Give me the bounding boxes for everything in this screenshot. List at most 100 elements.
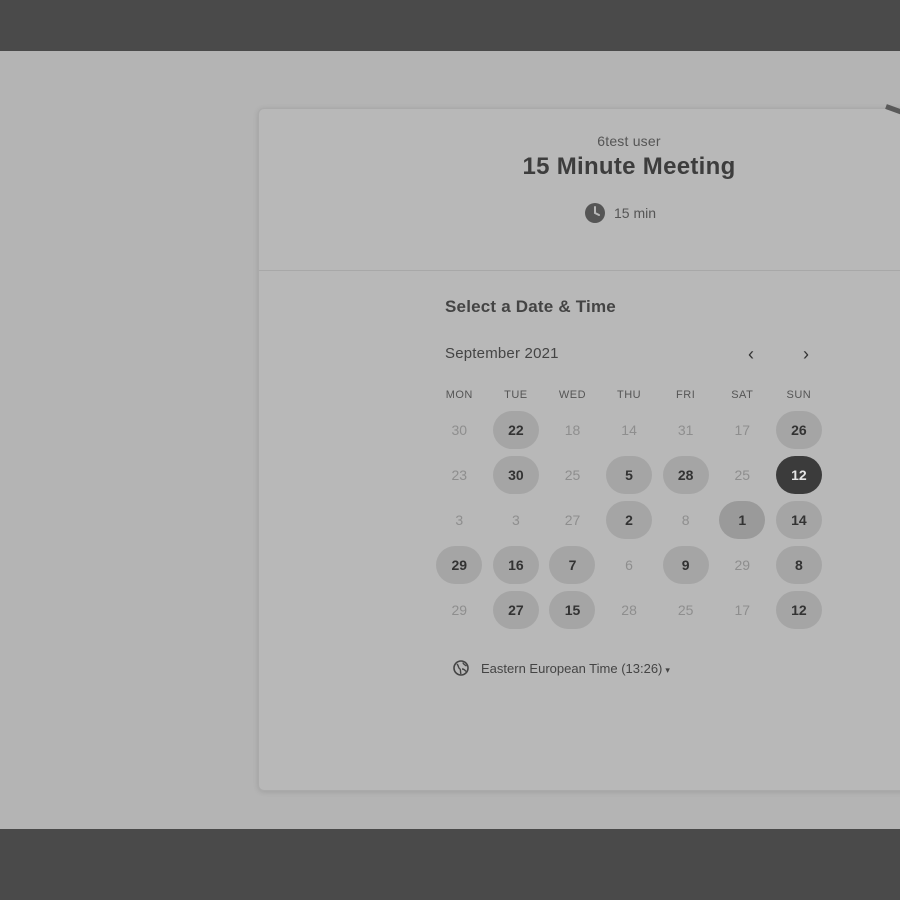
day-cell: 3 bbox=[488, 497, 545, 542]
unavailable-day: 30 bbox=[451, 421, 468, 438]
available-day-button[interactable]: 29 bbox=[436, 545, 483, 584]
weekday-label: SAT bbox=[731, 389, 754, 401]
corner-ribbon bbox=[884, 100, 900, 118]
day-cell: 5 bbox=[601, 452, 658, 497]
available-day-button[interactable]: 30 bbox=[492, 455, 539, 494]
weekday-label: TUE bbox=[504, 389, 528, 401]
unavailable-day: 3 bbox=[455, 511, 464, 528]
event-title: 15 Minute Meeting bbox=[522, 153, 736, 180]
weekday-label: SUN bbox=[786, 389, 812, 401]
chevron-left-icon: ‹ bbox=[748, 343, 754, 364]
day-cell: 2 bbox=[601, 497, 658, 542]
unavailable-day: 25 bbox=[564, 466, 581, 483]
available-day-button[interactable]: 9 bbox=[662, 545, 709, 584]
day-cell: 18 bbox=[544, 407, 601, 452]
day-cell: 27 bbox=[488, 587, 545, 632]
day-cell: 25 bbox=[544, 452, 601, 497]
available-day-button[interactable]: 28 bbox=[662, 455, 709, 494]
unavailable-day: 6 bbox=[625, 556, 633, 573]
event-duration: 15 min bbox=[584, 202, 656, 224]
unavailable-day: 8 bbox=[681, 511, 690, 528]
day-cell: 3 bbox=[431, 497, 488, 542]
unavailable-day: 25 bbox=[677, 601, 694, 618]
day-cell: 6 bbox=[601, 542, 658, 587]
available-day-button[interactable]: 2 bbox=[606, 500, 653, 539]
available-day-button[interactable]: 8 bbox=[775, 545, 822, 584]
day-cell: 29 bbox=[714, 542, 771, 587]
available-day-button[interactable]: 12 bbox=[775, 590, 822, 629]
day-cell: 28 bbox=[657, 452, 714, 497]
day-cell: 29 bbox=[431, 542, 488, 587]
unavailable-day: 25 bbox=[734, 466, 751, 483]
day-cell: 14 bbox=[771, 497, 828, 542]
available-day-button[interactable]: 16 bbox=[492, 545, 539, 584]
organizer-name: 6test user bbox=[597, 133, 661, 149]
weekday-label: FRI bbox=[676, 389, 696, 401]
day-cell: 9 bbox=[657, 542, 714, 587]
unavailable-day: 29 bbox=[734, 556, 751, 573]
duration-label: 15 min bbox=[614, 205, 657, 221]
day-cell: 8 bbox=[771, 542, 828, 587]
day-cell: 15 bbox=[544, 587, 601, 632]
selected-day-button[interactable]: 12 bbox=[775, 455, 822, 494]
day-cell: 16 bbox=[488, 542, 545, 587]
day-cell: 26 bbox=[771, 407, 828, 452]
weekday-label: THU bbox=[617, 389, 642, 401]
unavailable-day: 23 bbox=[451, 466, 468, 483]
available-day-button[interactable]: 1 bbox=[719, 500, 766, 539]
day-cell: 14 bbox=[601, 407, 658, 452]
day-cell: 23 bbox=[431, 452, 488, 497]
unavailable-day: 3 bbox=[511, 511, 520, 528]
weekday-header: MON TUE WED THU FRI SAT SUN bbox=[431, 389, 827, 401]
bottom-overlay-bar bbox=[0, 829, 900, 900]
event-header: 6test user 15 Minute Meeting 15 min bbox=[259, 109, 900, 271]
top-overlay-bar bbox=[0, 0, 900, 51]
day-cell: 28 bbox=[601, 587, 658, 632]
weekday-label: MON bbox=[445, 389, 473, 401]
previous-month-button[interactable]: ‹ bbox=[740, 343, 762, 365]
next-month-button[interactable]: › bbox=[795, 343, 817, 365]
day-cell: 22 bbox=[488, 407, 545, 452]
day-cell: 27 bbox=[544, 497, 601, 542]
available-day-button[interactable]: 7 bbox=[549, 545, 596, 584]
day-cell: 17 bbox=[714, 587, 771, 632]
booking-page: 6test user 15 Minute Meeting 15 min Sele… bbox=[0, 51, 900, 829]
clock-icon bbox=[585, 203, 605, 223]
available-day-button[interactable]: 15 bbox=[549, 590, 596, 629]
day-cell: 7 bbox=[544, 542, 601, 587]
available-day-button[interactable]: 27 bbox=[492, 590, 539, 629]
caret-down-icon: ▾ bbox=[665, 664, 670, 675]
calendar-grid: 30 22 18 14 31 17 26 23 30 25 5 28 25 12 3 3 27 2 8 1 14 29 16… bbox=[431, 407, 827, 632]
day-cell: 30 bbox=[488, 452, 545, 497]
unavailable-day: 14 bbox=[621, 421, 637, 438]
day-cell: 17 bbox=[714, 407, 771, 452]
available-day-button[interactable]: 26 bbox=[775, 410, 822, 449]
unavailable-day: 18 bbox=[564, 421, 581, 438]
available-day-button[interactable]: 5 bbox=[606, 455, 653, 494]
booking-card: 6test user 15 Minute Meeting 15 min Sele… bbox=[258, 108, 900, 791]
day-cell: 25 bbox=[657, 587, 714, 632]
timezone-selector[interactable]: Eastern European Time (13:26) ▾ bbox=[453, 660, 670, 676]
chevron-right-icon: › bbox=[803, 343, 809, 364]
day-cell: 30 bbox=[431, 407, 488, 452]
timezone-label: Eastern European Time (13:26) bbox=[481, 660, 663, 676]
unavailable-day: 27 bbox=[564, 511, 581, 528]
day-cell: 31 bbox=[657, 407, 714, 452]
unavailable-day: 31 bbox=[677, 421, 694, 438]
unavailable-day: 28 bbox=[621, 601, 637, 618]
day-cell: 12 bbox=[771, 452, 828, 497]
unavailable-day: 17 bbox=[734, 601, 751, 618]
available-day-button[interactable]: 22 bbox=[492, 410, 539, 449]
weekday-label: WED bbox=[558, 389, 587, 401]
globe-icon bbox=[453, 660, 469, 676]
unavailable-day: 29 bbox=[451, 601, 468, 618]
day-cell: 29 bbox=[431, 587, 488, 632]
picker-title: Select a Date & Time bbox=[445, 297, 616, 316]
available-day-button[interactable]: 14 bbox=[775, 500, 822, 539]
day-cell: 8 bbox=[657, 497, 714, 542]
month-label: September 2021 bbox=[445, 345, 559, 362]
day-cell: 25 bbox=[714, 452, 771, 497]
unavailable-day: 17 bbox=[734, 421, 751, 438]
day-cell: 1 bbox=[714, 497, 771, 542]
day-cell: 12 bbox=[771, 587, 828, 632]
